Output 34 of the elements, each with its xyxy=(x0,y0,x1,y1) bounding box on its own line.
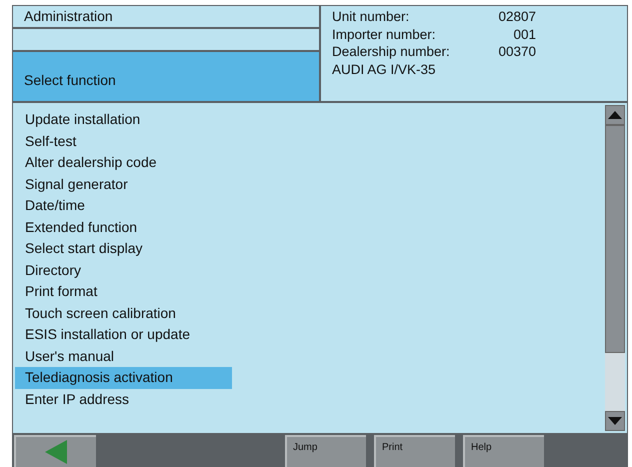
function-button[interactable]: Print xyxy=(374,435,455,467)
down-arrow-icon xyxy=(608,417,622,425)
function-item[interactable]: Alter dealership code xyxy=(15,152,232,174)
screen-title: Administration xyxy=(24,7,113,26)
function-item[interactable]: Print format xyxy=(15,281,232,302)
info-label: Importer number: xyxy=(332,26,437,43)
scroll-up-button[interactable] xyxy=(605,105,625,125)
function-button[interactable]: Help xyxy=(463,435,544,467)
function-item[interactable]: User's manual xyxy=(15,346,232,367)
info-label: Unit number: xyxy=(332,8,410,26)
function-item[interactable]: Date/time xyxy=(15,195,232,216)
function-item[interactable]: Enter IP address xyxy=(15,388,232,410)
info-value: 001 xyxy=(512,26,536,43)
function-item[interactable]: Self-test xyxy=(15,130,232,152)
function-item[interactable]: Telediagnosis activation xyxy=(15,367,232,388)
function-item[interactable]: Select start display xyxy=(15,238,232,260)
back-button[interactable] xyxy=(14,435,96,467)
function-item[interactable]: Directory xyxy=(15,260,232,281)
scroll-thumb[interactable] xyxy=(605,125,625,353)
scrollbar[interactable] xyxy=(605,105,625,431)
function-item[interactable]: Extended function xyxy=(15,216,232,238)
screen-subtitle: Select function xyxy=(24,71,116,90)
scroll-down-button[interactable] xyxy=(605,411,625,431)
function-item[interactable]: ESIS installation or update xyxy=(15,324,232,346)
company-name: AUDI AG I/VK-35 xyxy=(332,62,436,76)
info-label: Dealership number: xyxy=(332,43,451,60)
function-item[interactable]: Update installation xyxy=(15,109,232,130)
info-value: 00370 xyxy=(497,43,536,60)
back-arrow-icon xyxy=(45,440,67,464)
info-value: 02807 xyxy=(497,8,536,26)
function-item[interactable]: Signal generator xyxy=(15,174,232,195)
up-arrow-icon xyxy=(608,111,622,119)
function-item[interactable]: Touch screen calibration xyxy=(15,302,232,324)
function-button[interactable]: Jump xyxy=(285,435,366,467)
